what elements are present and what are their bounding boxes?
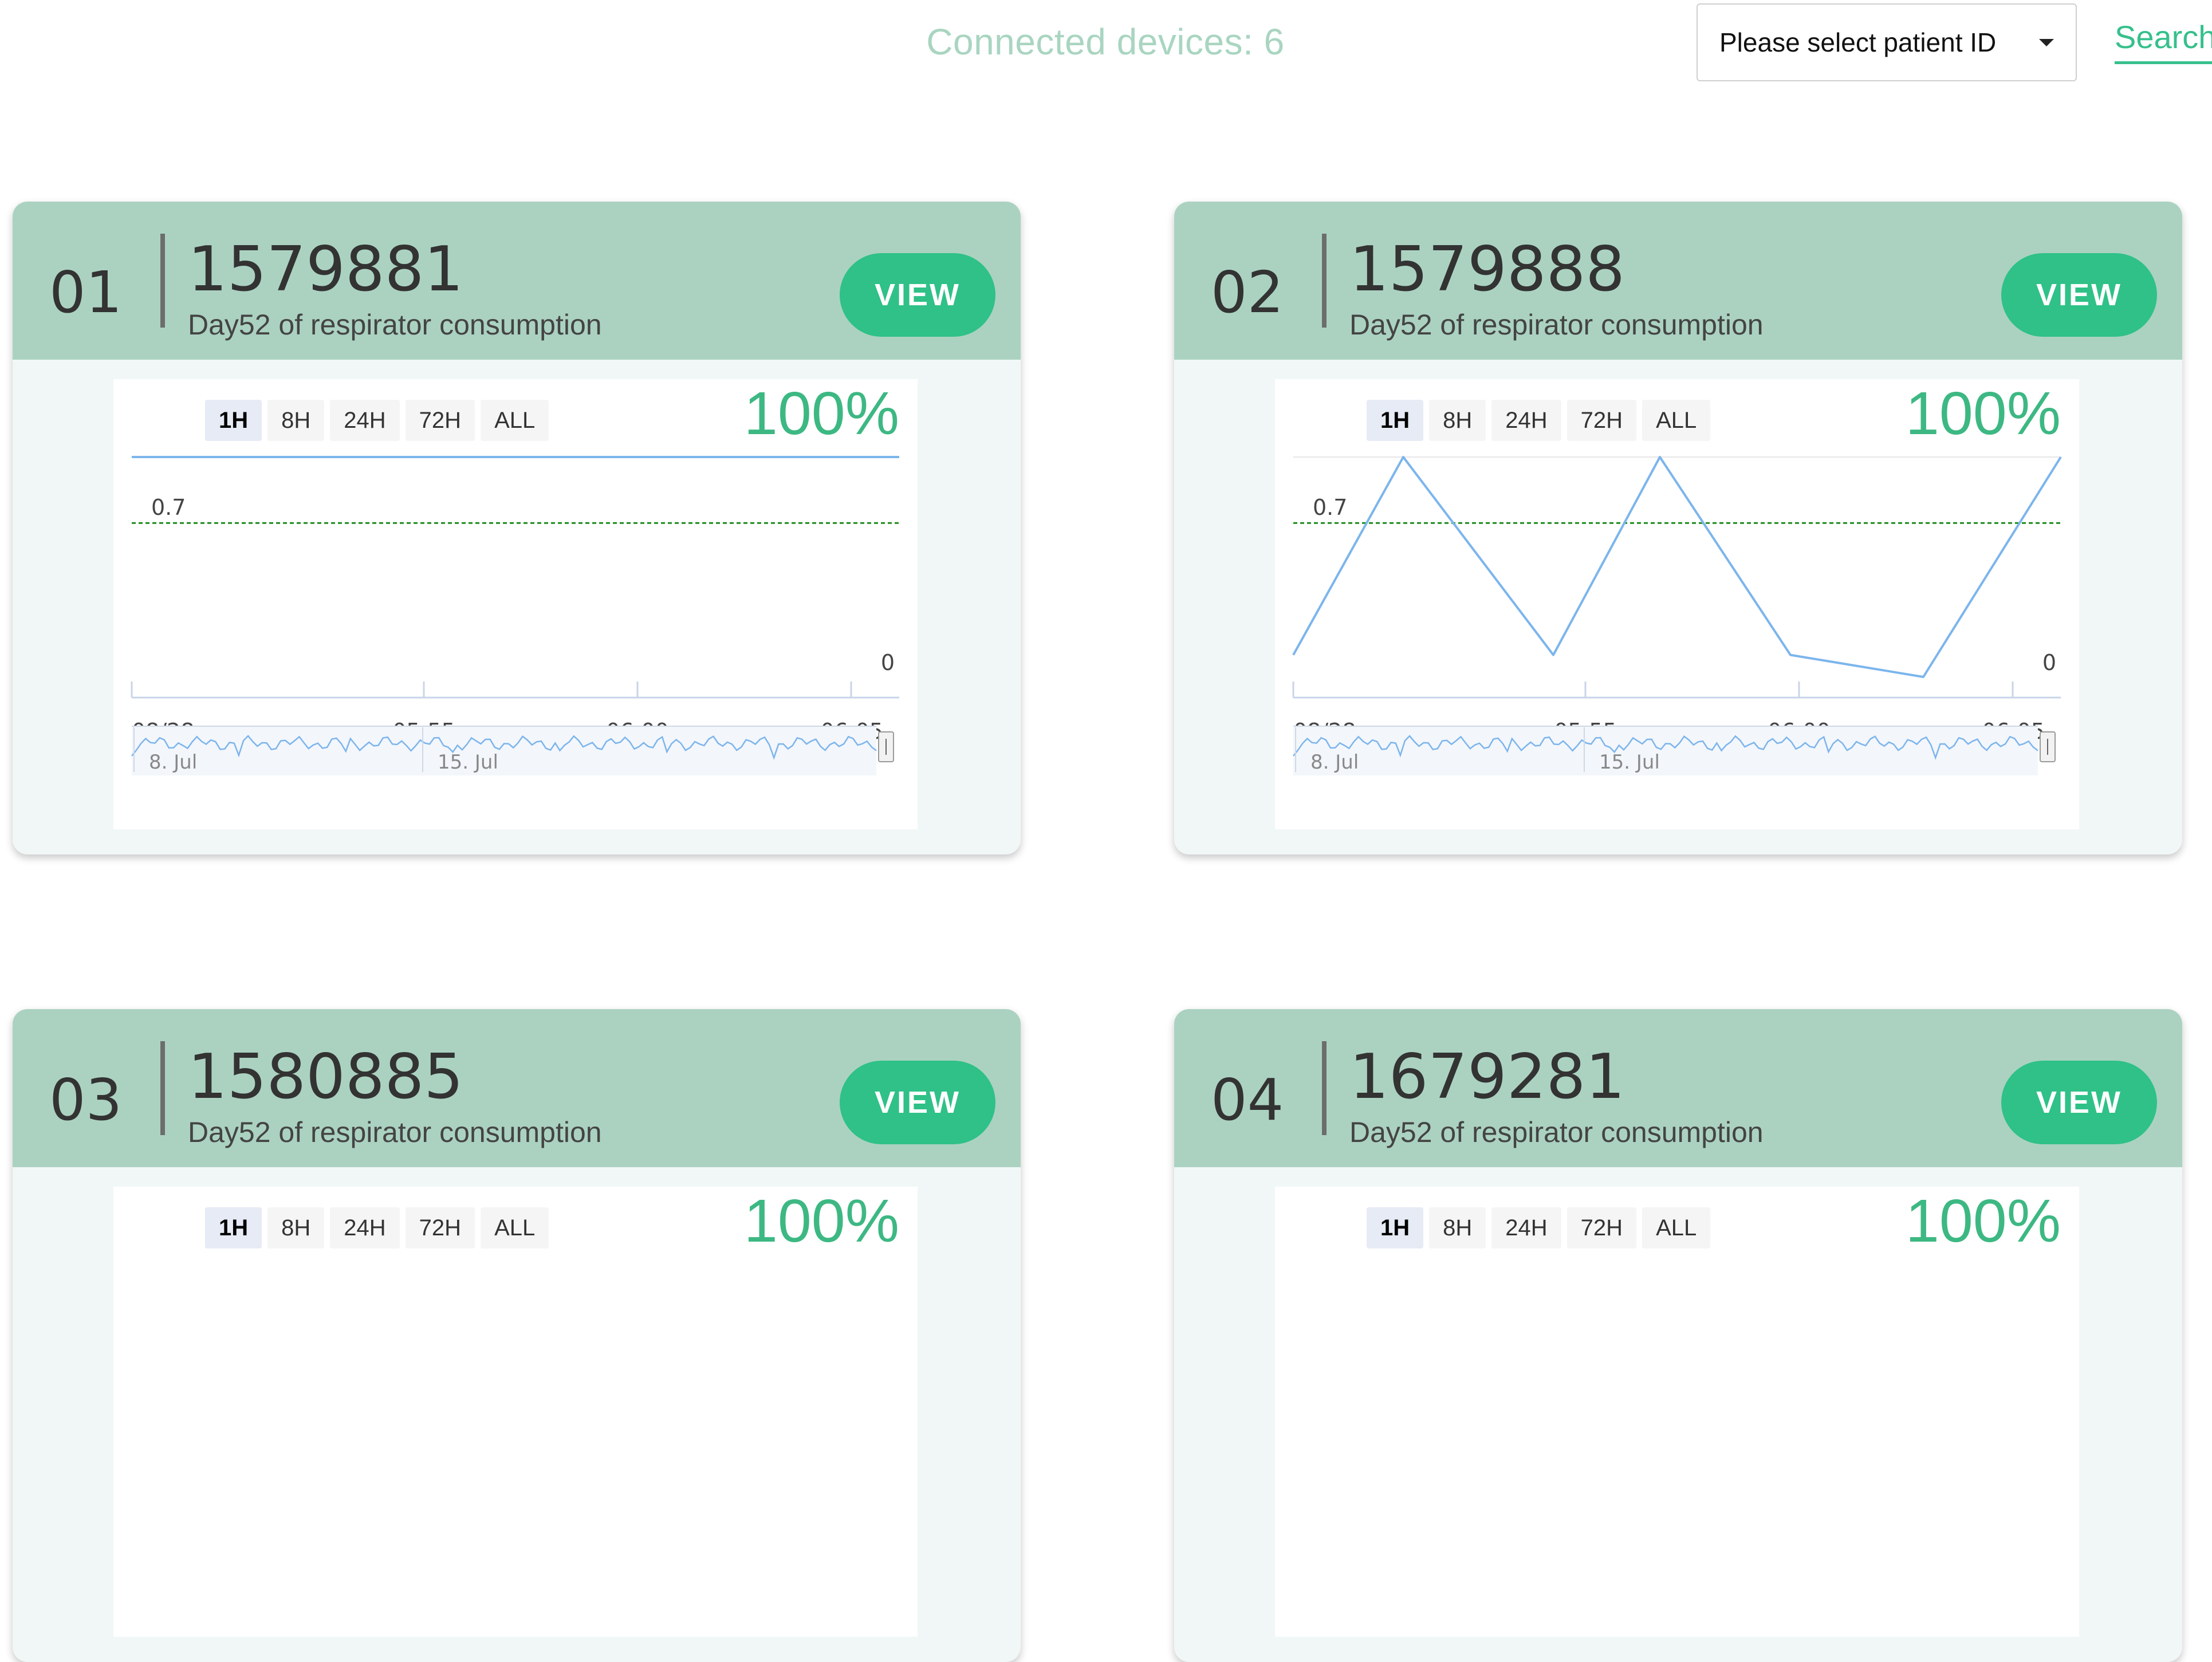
- consumption-chart: 0.7008/2805:5506:0006:058. Jul15. Jul: [1292, 456, 2062, 775]
- card-number: 02: [1211, 259, 1284, 326]
- patient-id: 1579881: [188, 234, 463, 305]
- card-subtitle: Day52 of respirator consumption: [188, 1116, 602, 1148]
- view-button[interactable]: VIEW: [840, 253, 995, 337]
- card-divider: [1322, 1041, 1327, 1135]
- range-button-8h[interactable]: 8H: [267, 1207, 325, 1249]
- card-divider: [160, 234, 165, 328]
- search-link[interactable]: Search: [2115, 18, 2212, 64]
- consumption-percent: 100%: [743, 1187, 899, 1255]
- range-button-all[interactable]: ALL: [481, 1207, 549, 1249]
- range-button-8h[interactable]: 8H: [1429, 1207, 1486, 1249]
- chart-panel: 1H8H24H72HALL100%0.7008/2805:5506:0006:0…: [1275, 379, 2079, 829]
- card-header: 03 1580885 Day52 of respirator consumption…: [13, 1009, 1021, 1167]
- y-zero-label: 0: [881, 650, 895, 675]
- patient-id: 1580885: [188, 1041, 463, 1113]
- range-button-1h[interactable]: 1H: [1367, 1207, 1424, 1249]
- card-header: 02 1579888 Day52 of respirator consumption…: [1174, 202, 2182, 360]
- navigator-tick-label: 8. Jul: [149, 751, 197, 774]
- patient-id-select-label: Please select patient ID: [1719, 27, 1997, 57]
- range-button-1h[interactable]: 1H: [205, 1207, 262, 1249]
- threshold-label: 0.7: [1313, 495, 1347, 520]
- card-header: 01 1579881 Day52 of respirator consumption…: [13, 202, 1021, 360]
- range-selector: 1H 8H 24H 72H ALL: [205, 1207, 549, 1249]
- navigator-background: [132, 726, 876, 775]
- range-button-72h[interactable]: 72H: [1566, 1207, 1637, 1249]
- view-button[interactable]: VIEW: [2001, 253, 2157, 337]
- card-subtitle: Day52 of respirator consumption: [1349, 309, 1764, 341]
- card-number: 01: [49, 259, 123, 326]
- chevron-down-icon: [2039, 38, 2054, 46]
- navigator-tick-label: 15. Jul: [1599, 751, 1660, 774]
- navigator-tick-label: 8. Jul: [1310, 751, 1359, 774]
- device-card: 01 1579881 Day52 of respirator consumption…: [13, 202, 1021, 854]
- consumption-chart: 0.7008/2805:5506:0006:058. Jul15. Jul: [131, 456, 899, 775]
- range-selector: 1H 8H 24H 72H ALL: [1367, 1207, 1711, 1249]
- y-zero-label: 0: [2042, 650, 2056, 675]
- navigator-background: [1293, 726, 2038, 775]
- series-line: [1292, 456, 2062, 678]
- range-button-24h[interactable]: 24H: [330, 1207, 400, 1249]
- device-card: 02 1579888 Day52 of respirator consumption…: [1174, 202, 2182, 854]
- patient-id: 1579888: [1349, 234, 1625, 305]
- navigator-tick-label: 15. Jul: [438, 751, 498, 774]
- range-button-72h[interactable]: 72H: [405, 1207, 475, 1249]
- card-number: 03: [49, 1066, 123, 1133]
- card-divider: [1322, 234, 1327, 328]
- card-divider: [160, 1041, 165, 1135]
- view-button[interactable]: VIEW: [2001, 1061, 2157, 1144]
- range-button-all[interactable]: ALL: [1642, 1207, 1711, 1249]
- chart-panel: 1H8H24H72HALL100%0.7008/2805:5506:0006:0…: [113, 379, 918, 829]
- range-button-24h[interactable]: 24H: [1491, 1207, 1561, 1249]
- patient-id: 1679281: [1349, 1041, 1625, 1113]
- patient-id-select[interactable]: Please select patient ID: [1697, 3, 2077, 81]
- device-card: 04 1679281 Day52 of respirator consumption…: [1174, 1009, 2182, 1662]
- card-number: 04: [1211, 1066, 1284, 1133]
- device-card: 03 1580885 Day52 of respirator consumption…: [13, 1009, 1021, 1662]
- consumption-percent: 100%: [1905, 1187, 2061, 1255]
- view-button[interactable]: VIEW: [840, 1061, 995, 1144]
- threshold-label: 0.7: [151, 495, 186, 520]
- card-header: 04 1679281 Day52 of respirator consumption…: [1174, 1009, 2182, 1167]
- card-subtitle: Day52 of respirator consumption: [188, 309, 602, 341]
- card-subtitle: Day52 of respirator consumption: [1349, 1116, 1764, 1148]
- connected-devices-count: Connected devices: 6: [926, 21, 1285, 62]
- chart-panel: 1H 8H 24H 72H ALL 100%: [1275, 1187, 2079, 1637]
- chart-panel: 1H 8H 24H 72H ALL 100%: [113, 1187, 918, 1637]
